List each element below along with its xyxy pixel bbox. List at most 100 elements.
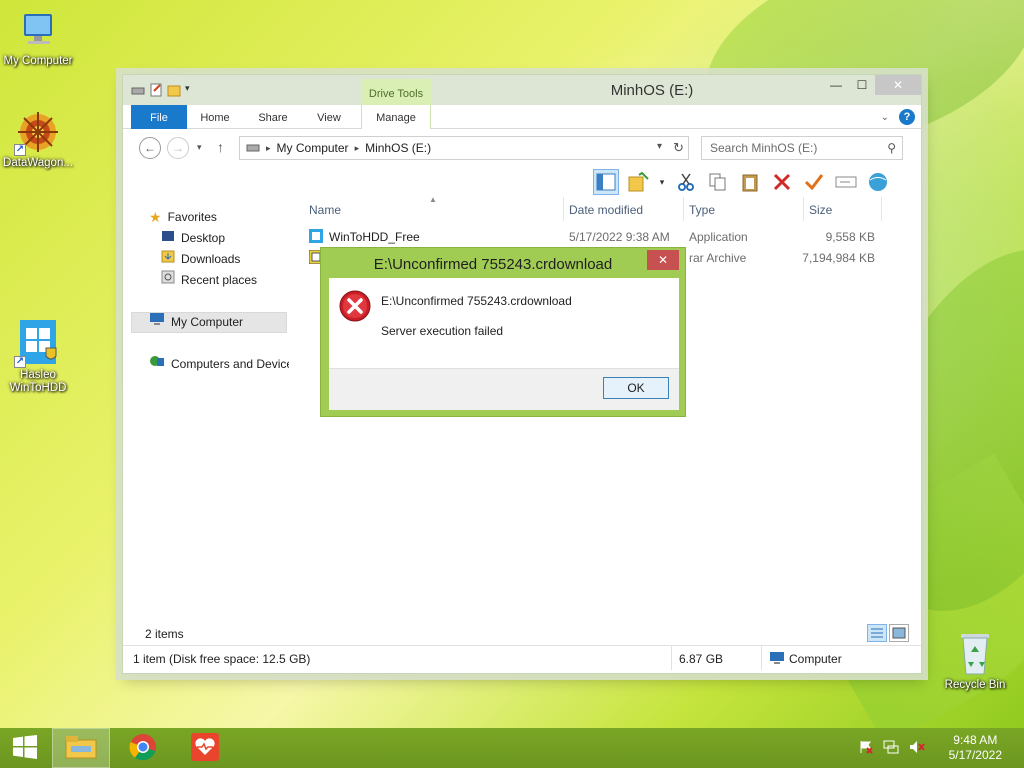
preview-pane-icon[interactable] xyxy=(593,169,619,195)
copy-icon[interactable] xyxy=(705,169,731,195)
column-divider xyxy=(881,197,882,221)
nav-desktop[interactable]: Desktop xyxy=(131,228,291,249)
navigation-pane: ★ Favorites Desktop Downloads Recent pla… xyxy=(131,203,291,613)
nav-label: Downloads xyxy=(181,252,241,266)
column-headers: ▲ Name Date modified Type Size xyxy=(301,195,921,223)
breadcrumb-my-computer[interactable]: My Computer xyxy=(277,141,349,155)
address-bar[interactable]: ▸ My Computer ▸ MinhOS (E:) ▾ ↻ xyxy=(239,136,689,160)
windows-logo-icon xyxy=(12,734,38,762)
back-button[interactable]: ← xyxy=(139,137,161,159)
address-row: ← → ▾ ↑ ▸ My Computer ▸ MinhOS (E:) ▾ ↻ … xyxy=(123,133,921,163)
maximize-button[interactable]: ☐ xyxy=(849,75,875,95)
breadcrumb-drive[interactable]: MinhOS (E:) xyxy=(365,141,431,155)
star-icon: ★ xyxy=(149,209,162,225)
start-button[interactable] xyxy=(0,728,50,768)
tab-view[interactable]: View xyxy=(309,105,349,129)
tab-home[interactable]: Home xyxy=(195,105,235,129)
network-tray-icon[interactable] xyxy=(883,740,899,757)
application-icon xyxy=(309,229,323,246)
network-icon xyxy=(149,354,165,375)
desktop-icon-label: Hasleo WinToHDD xyxy=(9,369,67,394)
dialog-message-path: E:\Unconfirmed 755243.crdownload xyxy=(381,294,572,308)
taskbar: 9:48 AM 5/17/2022 xyxy=(0,728,1024,768)
taskbar-health-app[interactable] xyxy=(176,728,234,768)
dialog-close-button[interactable]: ✕ xyxy=(647,250,679,270)
system-clock[interactable]: 9:48 AM 5/17/2022 xyxy=(949,733,1002,763)
taskbar-chrome[interactable] xyxy=(114,728,172,768)
minimize-button[interactable]: — xyxy=(823,75,849,95)
nav-downloads[interactable]: Downloads xyxy=(131,249,291,270)
desktop-icon-my-computer[interactable]: My Computer xyxy=(0,8,78,68)
desktop-icon-label: My Computer xyxy=(3,55,73,67)
dialog-title: E:\Unconfirmed 755243.crdownload xyxy=(373,256,613,273)
paste-icon[interactable] xyxy=(737,169,763,195)
shortcut-arrow-icon: ↗ xyxy=(14,144,26,156)
recycle-bin-icon xyxy=(955,630,995,676)
close-button[interactable]: ✕ xyxy=(875,75,921,95)
items-status-bar: 2 items xyxy=(123,621,921,645)
taskbar-file-explorer[interactable] xyxy=(52,728,110,768)
item-count: 2 items xyxy=(145,627,184,641)
datawagon-icon: ↗ xyxy=(14,110,60,156)
delete-icon[interactable] xyxy=(769,169,795,195)
cut-icon[interactable] xyxy=(673,169,699,195)
table-row[interactable]: WinToHDD_Free 5/17/2022 9:38 AM Applicat… xyxy=(301,227,921,248)
select-all-check-icon[interactable] xyxy=(801,169,827,195)
tab-manage[interactable]: Manage xyxy=(361,105,431,129)
computer-icon xyxy=(769,651,785,668)
wintohdd-icon: ↗ xyxy=(14,318,60,368)
file-date: 5/17/2022 9:38 AM xyxy=(569,230,670,244)
tab-file[interactable]: File xyxy=(131,105,187,129)
desktop-folder-icon xyxy=(161,228,175,249)
minimize-ribbon-icon[interactable]: ⌄ xyxy=(881,112,889,123)
nav-label: My Computer xyxy=(171,315,244,329)
large-icons-view-button[interactable] xyxy=(889,624,909,642)
desktop-icon-wintohdd[interactable]: ↗ Hasleo WinToHDD xyxy=(0,318,78,395)
column-size[interactable]: Size xyxy=(809,203,832,217)
drive-icon xyxy=(246,141,260,156)
computer-icon xyxy=(149,312,165,333)
nav-network[interactable]: Computers and Devices xyxy=(131,354,289,375)
details-view-button[interactable] xyxy=(867,624,887,642)
nav-my-computer[interactable]: My Computer xyxy=(131,312,287,333)
nav-favorites[interactable]: ★ Favorites xyxy=(131,207,291,228)
tab-share[interactable]: Share xyxy=(251,105,295,129)
nav-label: Recent places xyxy=(181,273,258,287)
nav-recent-places[interactable]: Recent places xyxy=(131,270,291,291)
rename-icon[interactable] xyxy=(833,169,859,195)
column-type[interactable]: Type xyxy=(689,203,715,217)
selection-size: 6.87 GB xyxy=(679,652,724,666)
forward-button[interactable]: → xyxy=(167,137,189,159)
layout-dropdown-icon[interactable]: ▾ xyxy=(657,169,667,195)
help-icon[interactable]: ? xyxy=(899,109,915,125)
search-icon: ⚲ xyxy=(887,141,896,155)
file-size: 7,194,984 KB xyxy=(802,251,875,265)
file-type: rar Archive xyxy=(689,251,747,265)
computer-icon xyxy=(16,8,60,52)
folder-options-icon[interactable] xyxy=(625,169,651,195)
volume-muted-icon[interactable] xyxy=(909,740,925,757)
desktop-icon-recycle-bin[interactable]: Recycle Bin xyxy=(935,630,1015,692)
address-dropdown-icon[interactable]: ▾ xyxy=(657,141,662,152)
action-center-flag-icon[interactable] xyxy=(859,740,873,757)
file-name: WinToHDD_Free xyxy=(329,230,420,244)
refresh-icon[interactable]: ↻ xyxy=(673,140,684,156)
file-type: Application xyxy=(689,230,748,244)
status-divider xyxy=(761,646,762,670)
column-date-modified[interactable]: Date modified xyxy=(569,203,643,217)
dialog-footer: OK xyxy=(329,368,679,410)
ok-button[interactable]: OK xyxy=(603,377,669,399)
health-app-icon xyxy=(191,732,219,764)
column-name[interactable]: Name xyxy=(309,203,341,217)
nav-label: Favorites xyxy=(167,210,217,224)
file-explorer-icon xyxy=(65,734,97,763)
search-input[interactable]: Search MinhOS (E:) ⚲ xyxy=(701,136,903,160)
clock-date: 5/17/2022 xyxy=(948,748,1002,762)
title-bar: ▾ Drive Tools MinhOS (E:) — ☐ ✕ xyxy=(123,75,921,105)
up-button[interactable]: ↑ xyxy=(217,139,224,155)
window-controls: — ☐ ✕ xyxy=(823,75,921,95)
ribbon-tabs: File Home Share View Manage ⌄ ? xyxy=(123,105,921,129)
recent-locations-dropdown-icon[interactable]: ▾ xyxy=(197,142,202,153)
desktop-icon-datawagon[interactable]: ↗ DataWagon... xyxy=(0,110,78,170)
network-globe-icon[interactable] xyxy=(865,169,891,195)
